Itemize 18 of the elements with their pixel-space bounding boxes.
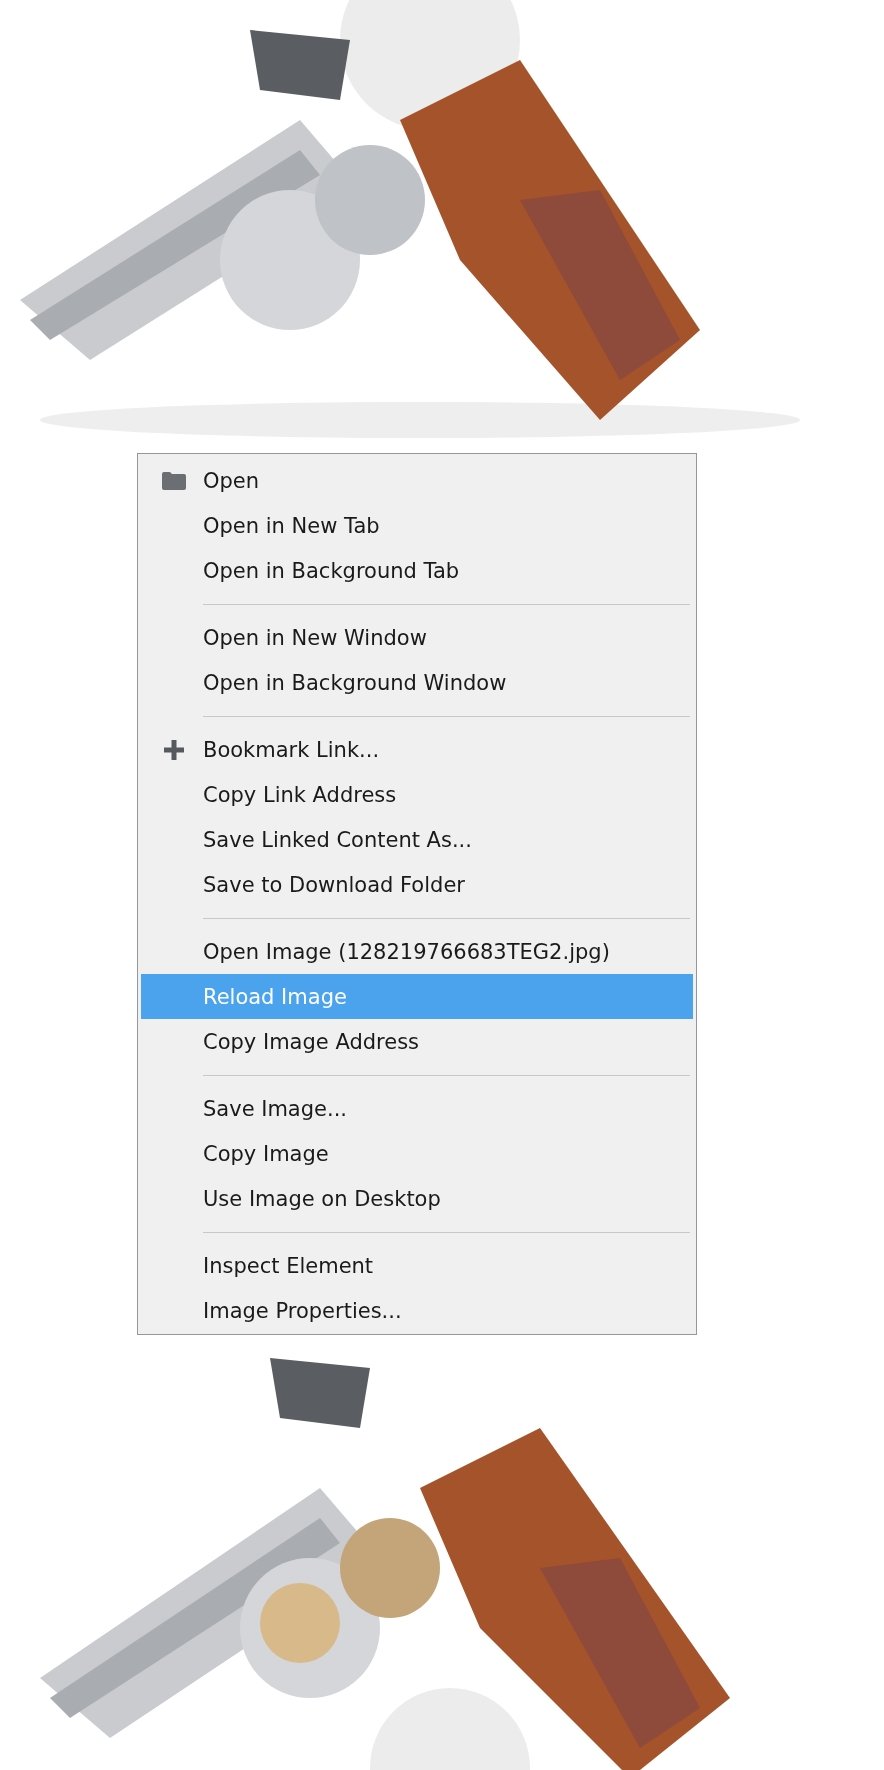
menu-item[interactable]: Open in New Tab [141,503,693,548]
menu-item[interactable]: Save Linked Content As... [141,817,693,862]
menu-item[interactable]: Open [141,458,693,503]
menu-item[interactable]: Open in Background Window [141,660,693,705]
folder-icon [162,471,186,490]
menu-item[interactable]: Copy Link Address [141,772,693,817]
menu-item[interactable]: Open in Background Tab [141,548,693,593]
menu-item[interactable]: Save to Download Folder [141,862,693,907]
menu-item[interactable]: Inspect Element [141,1243,693,1288]
plus-icon [164,739,184,760]
menu-item[interactable]: Copy Image Address [141,1019,693,1064]
menu-item[interactable]: Image Properties... [141,1288,693,1333]
menu-item[interactable]: Open Image (128219766683TEG2.jpg) [141,929,693,974]
menu-item[interactable]: Use Image on Desktop [141,1176,693,1221]
menu-item[interactable]: Bookmark Link... [141,727,693,772]
menu-item[interactable]: Open in New Window [141,615,693,660]
menu-item[interactable]: Save Image... [141,1086,693,1131]
menu-item[interactable]: Copy Image [141,1131,693,1176]
